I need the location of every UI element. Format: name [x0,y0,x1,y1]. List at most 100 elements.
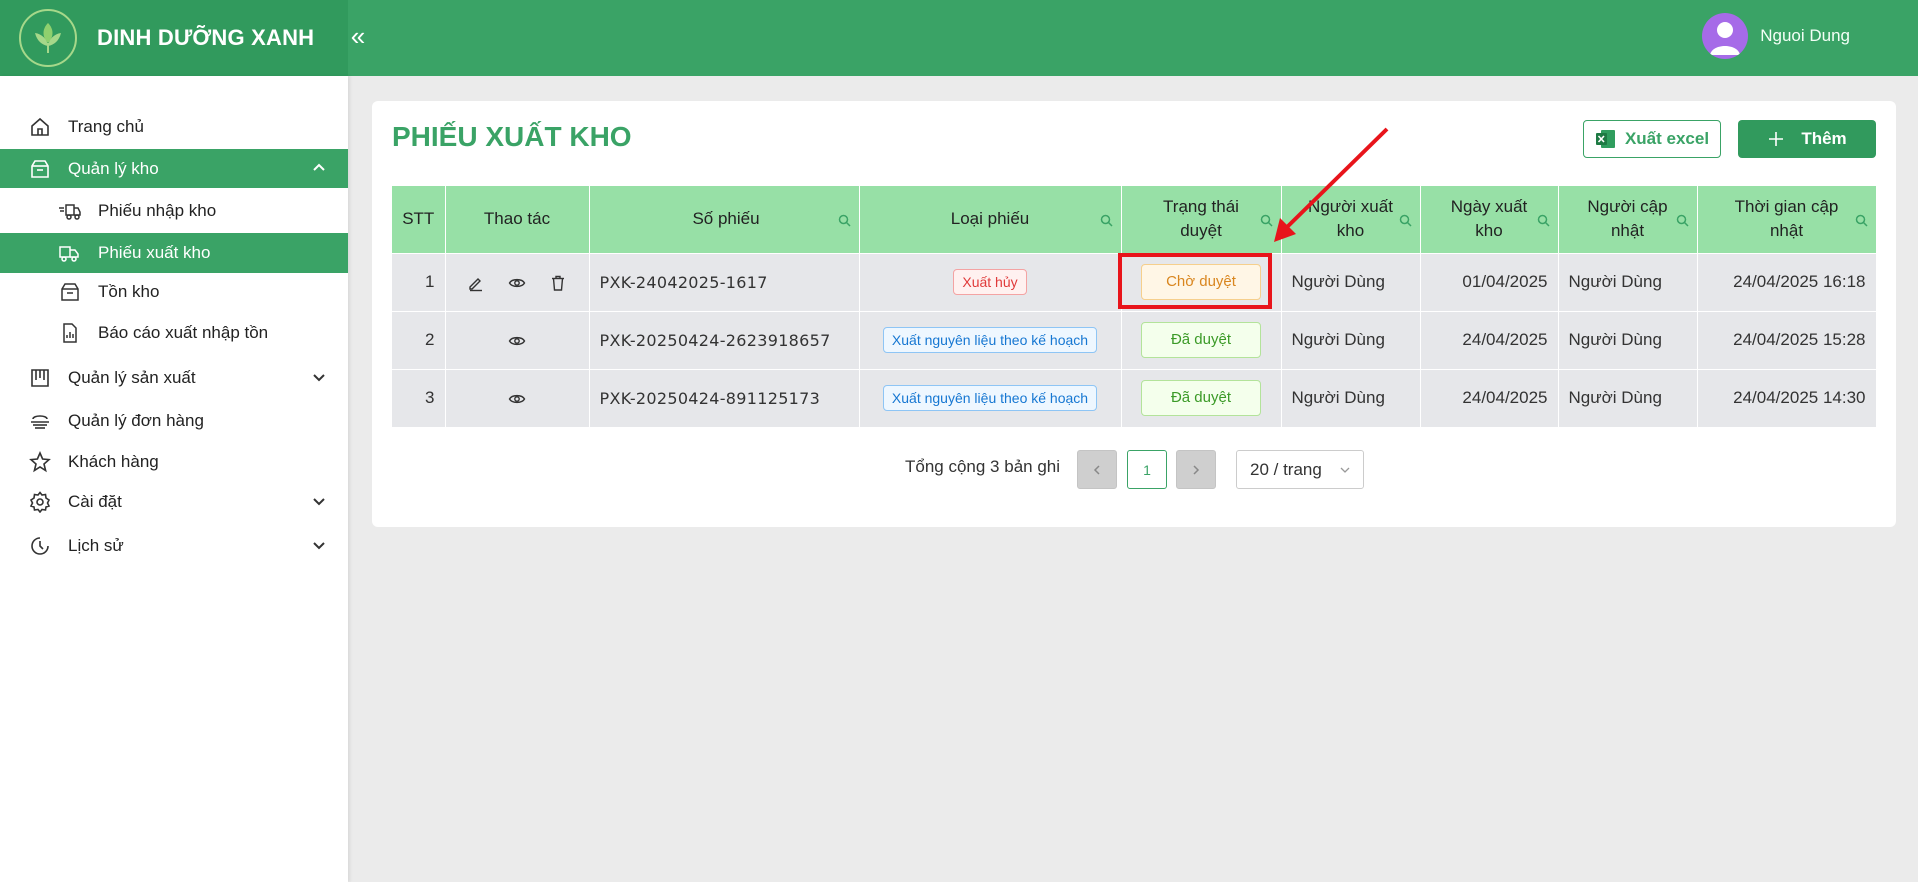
chevron-down-icon [313,542,325,550]
report-icon [58,321,82,345]
truck-out-icon [58,241,82,265]
col-thoi-gian-label: Thời gian cập nhật [1734,197,1839,241]
cell-trang-thai: Đã duyệt [1121,310,1282,369]
chevron-left-icon [1093,464,1100,475]
table-row: 2 PXK-20250424-2623918657 Xuất nguyên li… [392,310,1877,369]
cell-loai-phieu: Xuất nguyên liệu theo kế hoạch [859,368,1122,427]
col-so-phieu[interactable]: Số phiếu [589,186,860,253]
cell-ngay-xuat: 24/04/2025 [1420,310,1559,369]
cell-so-phieu: PXK-24042025-1617 [589,252,860,311]
avatar [1702,13,1749,59]
col-stt: STT [392,186,446,253]
pagination: Tổng cộng 3 bản ghi 1 20 / trang [0,450,1918,490]
cell-loai-phieu: Xuất hủy [859,252,1122,311]
cell-stt: 3 [392,368,446,427]
cell-so-phieu: PXK-20250424-891125173 [589,368,860,427]
cell-ngay-xuat: 01/04/2025 [1420,252,1559,311]
col-ngay-xuat[interactable]: Ngày xuất kho [1420,186,1559,253]
home-icon [28,115,52,139]
col-loai-phieu[interactable]: Loại phiếu [859,186,1122,253]
col-thoi-gian[interactable]: Thời gian cập nhật [1697,186,1877,253]
col-loai-phieu-label: Loại phiếu [950,209,1030,229]
sidebar-item-label: Tồn kho [98,281,160,301]
sidebar-item-home[interactable]: Trang chủ [0,107,348,146]
col-nguoi-cap-nhat[interactable]: Người cập nhật [1558,186,1698,253]
col-trang-thai[interactable]: Trạng thái duyệt [1121,186,1282,253]
inventory-icon [58,280,82,304]
sidebar-item-label: Quản lý sản xuất [68,367,196,387]
order-icon [28,409,52,433]
col-nguoi-cap-nhat-label: Người cập nhật [1587,197,1668,241]
add-button[interactable]: Thêm [1738,120,1876,158]
search-icon[interactable] [1855,214,1868,227]
sidebar-item-label: Quản lý đơn hàng [68,410,204,430]
next-page-button[interactable] [1176,450,1216,489]
cell-nguoi-cap-nhat: Người Dùng [1558,310,1698,369]
chevron-right-icon [1193,464,1200,475]
plus-icon [1769,132,1784,146]
brand[interactable]: DINH DƯỠNG XANH [0,0,348,76]
search-icon[interactable] [1676,214,1689,227]
sidebar-item-production[interactable]: Quản lý sản xuất [0,358,348,397]
cell-actions [445,368,590,427]
cell-nguoi-cap-nhat: Người Dùng [1558,368,1698,427]
history-icon [28,534,52,558]
sidebar-item-stock-out[interactable]: Phiếu xuất kho [0,233,348,273]
truck-in-icon [58,199,82,223]
col-trang-thai-label: Trạng thái duyệt [1163,197,1239,241]
sidebar-item-label: Trang chủ [68,116,144,136]
search-icon[interactable] [1537,214,1550,227]
sidebar-item-orders[interactable]: Quản lý đơn hàng [0,401,348,440]
edit-icon[interactable] [467,274,485,292]
page-title: PHIẾU XUẤT KHO [392,121,632,152]
cell-actions [445,252,590,311]
page-size-select[interactable]: 20 / trang [1236,450,1364,489]
sidebar-item-inventory[interactable]: Tồn kho [0,272,348,311]
sidebar-item-label: Báo cáo xuất nhập tồn [98,322,269,342]
chevron-down-icon [1340,467,1350,473]
cell-ngay-xuat: 24/04/2025 [1420,368,1559,427]
search-icon[interactable] [1399,214,1412,227]
page-size-value: 20 / trang [1250,459,1322,479]
cell-nguoi-cap-nhat: Người Dùng [1558,252,1698,311]
sidebar-item-label: Phiếu nhập kho [98,200,217,220]
cell-loai-phieu: Xuất nguyên liệu theo kế hoạch [859,310,1122,369]
logo-icon [19,9,77,67]
view-icon[interactable] [508,274,526,292]
status-badge: Đã duyệt [1141,322,1261,358]
status-badge: Đã duyệt [1141,380,1261,417]
sidebar-item-report[interactable]: Báo cáo xuất nhập tồn [0,313,348,352]
type-tag: Xuất nguyên liệu theo kế hoạch [882,385,1098,412]
table-row: 3 PXK-20250424-891125173 Xuất nguyên liệ… [392,368,1877,427]
warehouse-icon [28,157,52,181]
total-records: Tổng cộng 3 bản ghi [905,457,1061,476]
prev-page-button[interactable] [1077,450,1117,489]
collapse-sidebar-button[interactable]: « [348,18,368,54]
view-icon[interactable] [508,390,526,408]
chevron-down-icon [313,498,325,506]
cell-trang-thai: Đã duyệt [1121,368,1282,427]
cell-stt: 2 [392,310,446,369]
highlight-box [1118,253,1272,309]
annotation-arrow-icon [1274,127,1389,242]
sidebar-item-warehouse[interactable]: Quản lý kho [0,149,348,188]
search-icon[interactable] [838,214,851,227]
search-icon[interactable] [1100,214,1113,227]
brand-name: DINH DƯỠNG XANH [97,25,315,50]
export-excel-button[interactable]: Xuất excel [1583,120,1721,158]
cell-thoi-gian: 24/04/2025 14:30 [1697,368,1877,427]
view-icon[interactable] [508,332,526,350]
table-header-row: STT Thao tác Số phiếu Loại phiếu Trạng t… [392,186,1877,253]
type-tag: Xuất hủy [953,269,1027,295]
delete-icon[interactable] [549,274,567,292]
sidebar-item-stock-in[interactable]: Phiếu nhập kho [0,191,348,230]
cell-thoi-gian: 24/04/2025 16:18 [1697,252,1877,311]
user-menu[interactable]: Nguoi Dung [1702,13,1850,59]
excel-icon [1595,130,1615,148]
cell-nguoi-xuat: Người Dùng [1281,368,1421,427]
cell-so-phieu: PXK-20250424-2623918657 [589,310,860,369]
cell-actions [445,310,590,369]
sidebar-item-history[interactable]: Lịch sử [0,526,348,565]
page-button[interactable]: 1 [1127,450,1167,489]
add-label: Thêm [1801,129,1847,148]
